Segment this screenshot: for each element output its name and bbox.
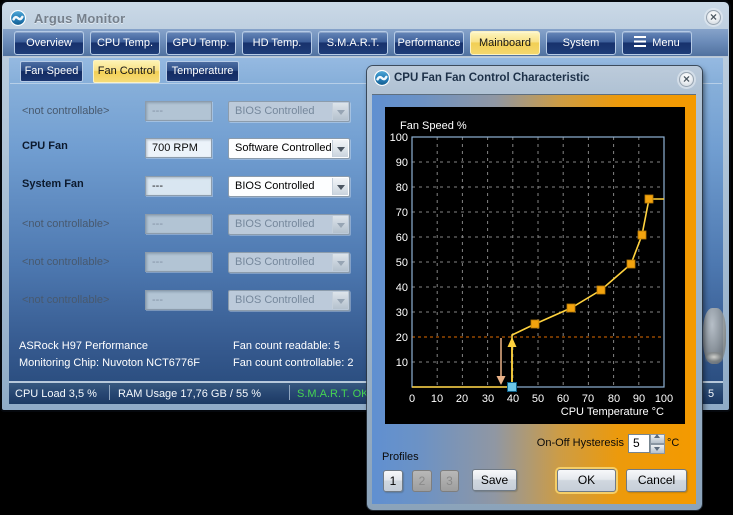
svg-text:Fan Speed %: Fan Speed % bbox=[400, 120, 467, 132]
svg-text:100: 100 bbox=[655, 393, 673, 405]
svg-text:90: 90 bbox=[633, 393, 645, 405]
svg-text:30: 30 bbox=[396, 307, 408, 319]
svg-text:70: 70 bbox=[582, 393, 594, 405]
svg-text:20: 20 bbox=[456, 393, 468, 405]
svg-text:100: 100 bbox=[390, 132, 408, 144]
svg-text:70: 70 bbox=[396, 207, 408, 219]
svg-text:40: 40 bbox=[507, 393, 519, 405]
svg-text:60: 60 bbox=[557, 393, 569, 405]
svg-text:50: 50 bbox=[396, 257, 408, 269]
svg-text:60: 60 bbox=[396, 232, 408, 244]
svg-text:20: 20 bbox=[396, 332, 408, 344]
svg-text:40: 40 bbox=[396, 282, 408, 294]
svg-text:90: 90 bbox=[396, 157, 408, 169]
svg-text:10: 10 bbox=[431, 393, 443, 405]
svg-text:30: 30 bbox=[482, 393, 494, 405]
svg-text:80: 80 bbox=[608, 393, 620, 405]
svg-text:80: 80 bbox=[396, 182, 408, 194]
svg-text:CPU Temperature °C: CPU Temperature °C bbox=[561, 406, 664, 418]
svg-text:0: 0 bbox=[409, 393, 415, 405]
svg-text:50: 50 bbox=[532, 393, 544, 405]
svg-text:10: 10 bbox=[396, 357, 408, 369]
